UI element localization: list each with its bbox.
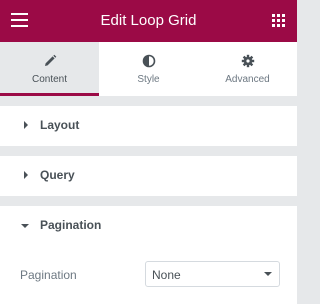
gear-icon <box>198 54 297 68</box>
chevron-down-icon <box>264 272 272 276</box>
caret-right-icon <box>24 171 28 179</box>
section-query[interactable]: Query <box>0 156 297 196</box>
widgets-grid-icon[interactable] <box>272 14 285 27</box>
panel-title: Edit Loop Grid <box>100 12 197 29</box>
caret-down-icon <box>21 224 29 228</box>
panel-header: Edit Loop Grid <box>0 0 297 42</box>
active-tab-indicator <box>0 93 99 96</box>
section-title: Pagination <box>40 218 102 232</box>
pagination-label: Pagination <box>20 268 77 282</box>
panel-tabs: Content Style Advanced <box>0 42 297 96</box>
pagination-select[interactable]: None <box>145 261 280 287</box>
tab-advanced-label: Advanced <box>225 74 270 85</box>
tab-advanced[interactable]: Advanced <box>198 42 297 96</box>
tab-content[interactable]: Content <box>0 42 99 96</box>
caret-right-icon <box>24 121 28 129</box>
tab-style[interactable]: Style <box>99 42 198 96</box>
tab-style-label: Style <box>137 74 160 85</box>
section-layout[interactable]: Layout <box>0 106 297 146</box>
tab-content-label: Content <box>31 74 68 85</box>
pencil-icon <box>0 54 99 68</box>
section-pagination[interactable]: Pagination <box>0 206 297 248</box>
section-title: Query <box>40 168 75 182</box>
pagination-control: Pagination None <box>0 248 297 304</box>
half-circle-icon <box>99 54 198 68</box>
section-title: Layout <box>40 118 80 132</box>
pagination-select-value: None <box>152 268 181 282</box>
